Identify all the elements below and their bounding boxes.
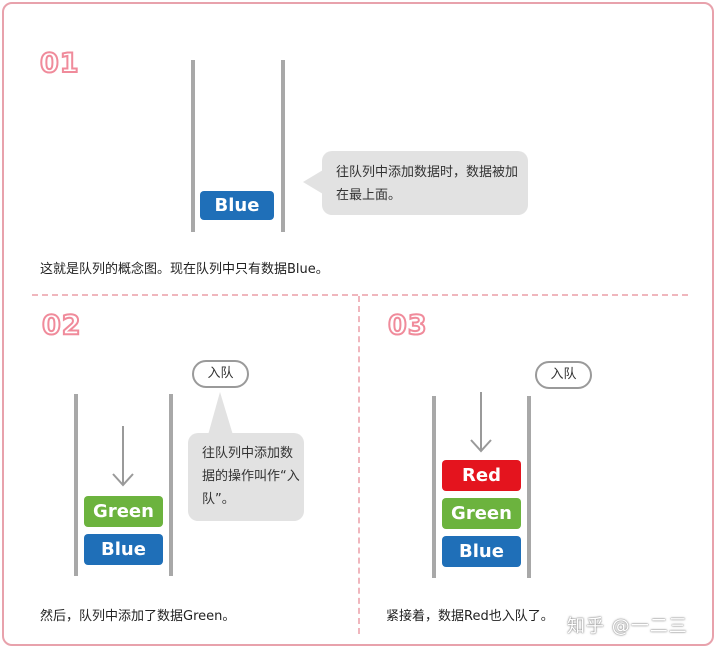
- step-number-02: 02: [41, 309, 82, 342]
- caption-step-01: 这就是队列的概念图。现在队列中只有数据Blue。: [40, 262, 329, 277]
- data-block-blue: Blue: [200, 191, 274, 220]
- data-block-green: Green: [84, 496, 163, 527]
- horizontal-divider: [32, 294, 688, 296]
- speech-bubble-text: 往队列中添加数据的操作叫作“入队”。: [202, 446, 300, 507]
- enqueue-label: 入队: [535, 361, 592, 389]
- step-number-03: 03: [387, 309, 428, 342]
- watermark: 知乎 @一二三: [567, 616, 688, 637]
- speech-bubble: 往队列中添加数据时，数据被加在最上面。: [322, 151, 528, 215]
- queue-left-wall: [432, 396, 436, 578]
- down-arrow-icon: [470, 392, 492, 453]
- queue-right-wall: [527, 396, 531, 578]
- data-block-blue: Blue: [442, 536, 521, 567]
- down-arrow-icon: [112, 426, 134, 487]
- caption-step-02: 然后，队列中添加了数据Green。: [40, 609, 236, 624]
- step-number-01: 01: [39, 47, 80, 80]
- bubble-pointer: [208, 392, 233, 435]
- bubble-pointer: [303, 170, 323, 194]
- data-block-blue: Blue: [84, 534, 163, 565]
- vertical-divider: [358, 296, 360, 634]
- queue-left-wall: [191, 60, 195, 232]
- data-block-red: Red: [442, 460, 521, 491]
- data-block-green: Green: [442, 498, 521, 529]
- enqueue-label: 入队: [192, 360, 249, 388]
- speech-bubble-text: 往队列中添加数据时，数据被加在最上面。: [336, 165, 519, 203]
- caption-step-03: 紧接着，数据Red也入队了。: [386, 609, 554, 624]
- speech-bubble: 往队列中添加数据的操作叫作“入队”。: [188, 433, 304, 521]
- queue-right-wall: [169, 394, 173, 576]
- queue-right-wall: [281, 60, 285, 232]
- queue-left-wall: [74, 394, 78, 576]
